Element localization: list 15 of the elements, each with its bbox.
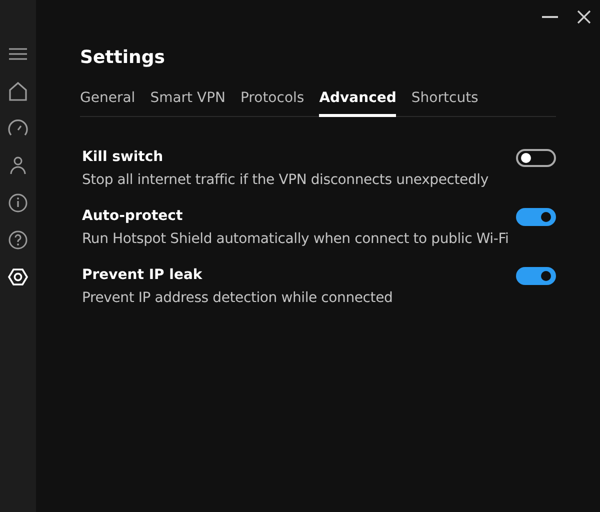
- settings-tab[interactable]: Smart VPN: [150, 86, 226, 117]
- setting-title: Auto-protect: [82, 207, 184, 225]
- settings-tab[interactable]: General: [80, 86, 136, 117]
- setting-description: Stop all internet traffic if the VPN disconnects unexpectedly: [82, 171, 488, 189]
- setting-description: Prevent IP address detection while connected: [82, 289, 393, 307]
- toggle-switch[interactable]: [516, 208, 556, 226]
- setting-description: Run Hotspot Shield automatically when connect to public Wi-Fi: [82, 230, 509, 248]
- toggle-switch[interactable]: [516, 149, 556, 167]
- toggle-switch[interactable]: [516, 267, 556, 285]
- setting-title: Kill switch: [82, 148, 164, 166]
- settings-tab[interactable]: Shortcuts: [411, 86, 478, 117]
- settings-tab[interactable]: Protocols: [240, 86, 304, 117]
- settings-tab[interactable]: Advanced: [319, 86, 396, 117]
- page-title: Settings: [80, 46, 166, 70]
- setting-title: Prevent IP leak: [82, 266, 204, 284]
